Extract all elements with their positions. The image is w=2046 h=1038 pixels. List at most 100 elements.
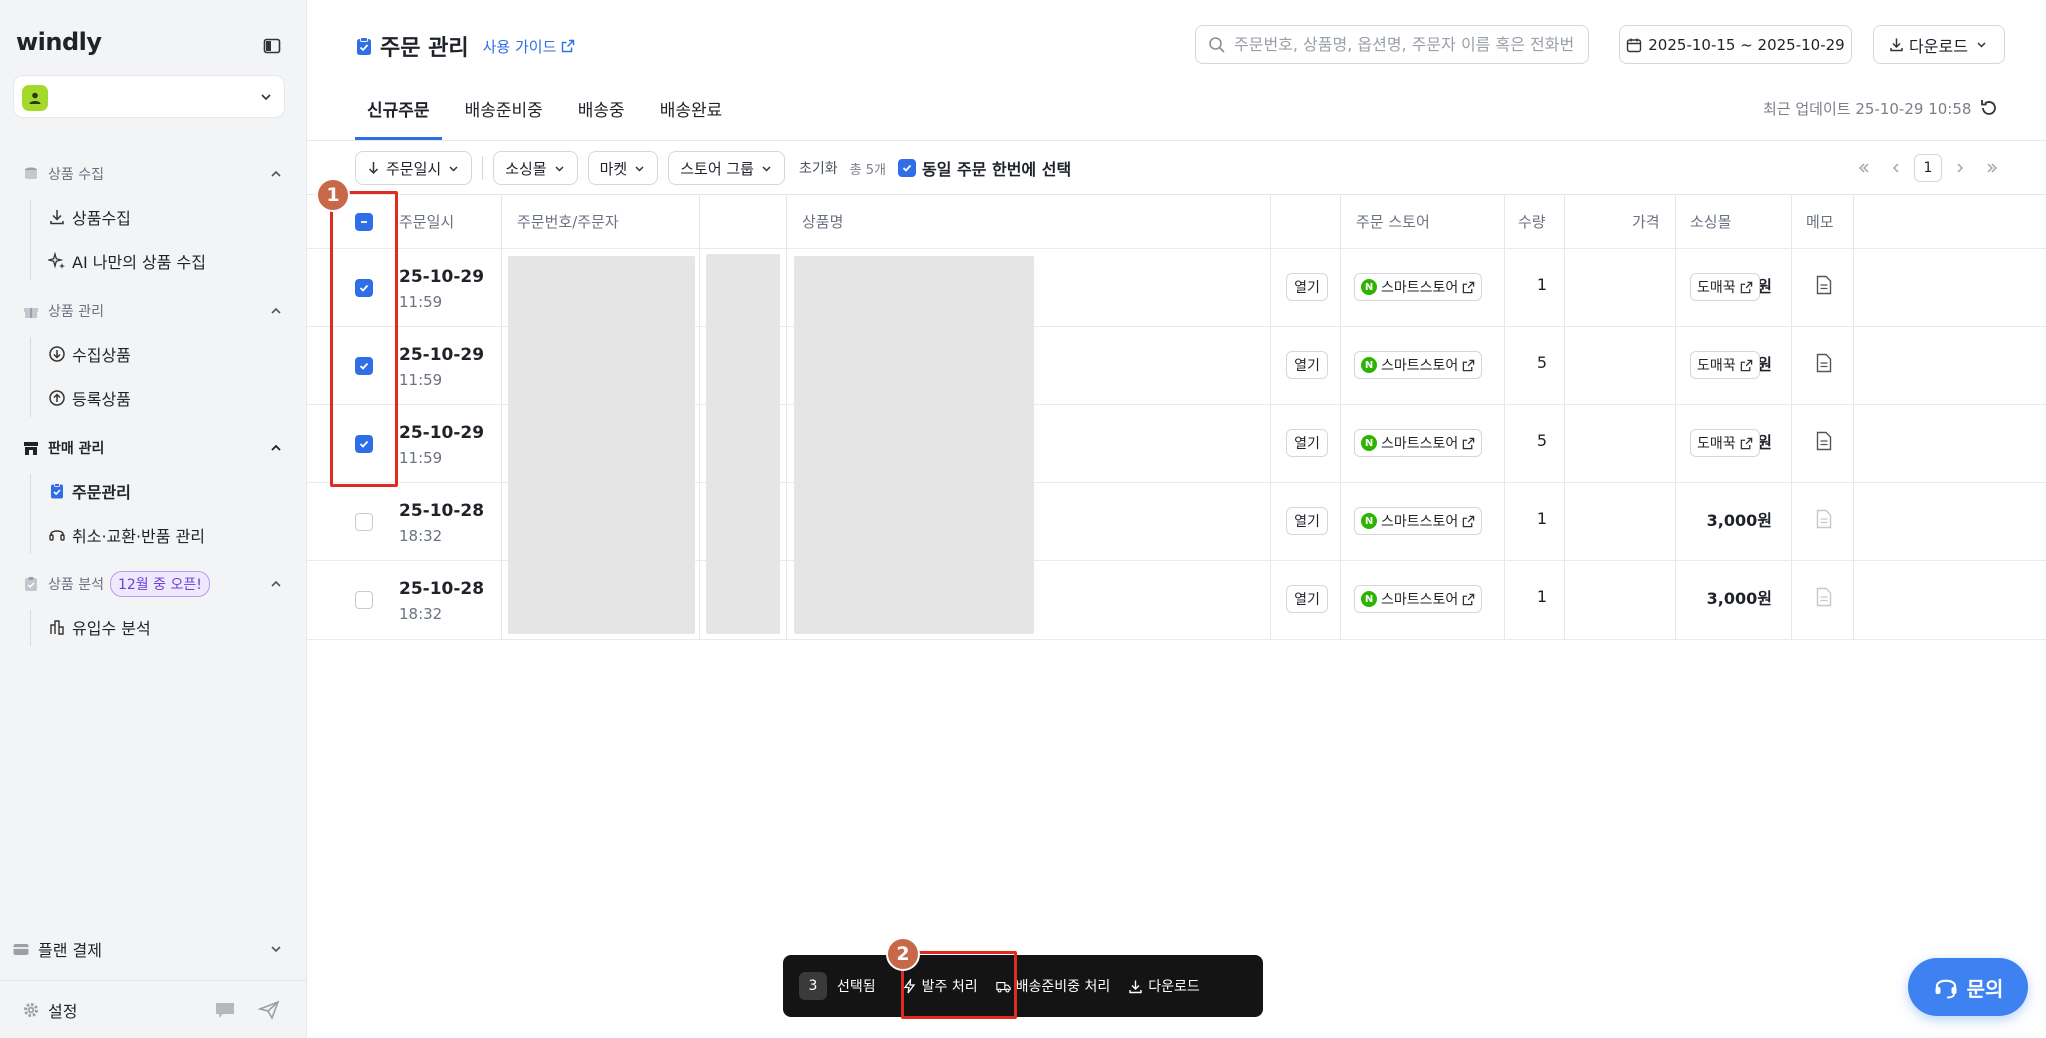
row-checkbox[interactable]	[355, 435, 373, 453]
section-product-collect[interactable]: 상품 수집	[22, 162, 284, 186]
sidebar-item-product-collect[interactable]: 상품수집	[48, 203, 131, 231]
memo-icon[interactable]	[1815, 431, 1833, 451]
chevron-up-icon	[271, 580, 281, 587]
store-link[interactable]: N 스마트스토어	[1354, 351, 1483, 379]
order-date: 25-10-29	[399, 345, 485, 365]
memo-icon[interactable]	[1815, 509, 1833, 529]
naver-icon: N	[1361, 513, 1377, 529]
section-product-analysis[interactable]: 상품 분석 12월 중 오픈!	[22, 571, 284, 597]
chevron-down-icon	[271, 946, 281, 953]
filter-market[interactable]: 마켓	[587, 151, 659, 185]
filter-store-group[interactable]: 스토어 그룹	[668, 151, 785, 185]
nav-tree-line	[30, 337, 31, 417]
open-button[interactable]: 열기	[1286, 585, 1328, 613]
section-sales-manage[interactable]: 판매 관리	[22, 436, 284, 460]
row-checkbox[interactable]	[355, 279, 373, 297]
order-date: 25-10-29	[399, 423, 485, 443]
tab-new-orders[interactable]: 신규주문	[355, 78, 442, 140]
chevron-up-icon	[271, 170, 281, 177]
chevron-down-icon	[553, 162, 566, 175]
external-link-icon	[1740, 281, 1753, 294]
tab-shipping[interactable]: 배송중	[566, 78, 637, 140]
store-link[interactable]: N 스마트스토어	[1354, 429, 1483, 457]
reset-filters-button[interactable]: 초기화	[799, 158, 838, 178]
select-all-checkbox[interactable]	[355, 212, 373, 231]
windly-logo[interactable]: windly	[16, 28, 102, 56]
page-number-current[interactable]: 1	[1914, 154, 1942, 182]
col-header-qty: 수량	[1518, 213, 1546, 231]
quantity: 1	[1536, 587, 1548, 606]
open-button[interactable]: 열기	[1286, 429, 1328, 457]
sidebar-item-ai-collect[interactable]: AI 나만의 상품 수집	[48, 247, 206, 275]
filter-sourcing-mall[interactable]: 소싱몰	[493, 151, 578, 185]
sidebar-item-cancel-exchange-return[interactable]: 취소·교환·반품 관리	[48, 521, 205, 549]
plan-payment[interactable]: 플랜 결제	[12, 935, 284, 963]
external-link-icon	[1462, 593, 1475, 606]
section-product-manage[interactable]: 상품 관리	[22, 299, 284, 323]
memo-icon[interactable]	[1815, 275, 1833, 295]
refresh-icon[interactable]	[1977, 96, 2001, 120]
order-time: 11:59	[399, 449, 443, 467]
send-icon[interactable]	[258, 1000, 280, 1020]
nav-tree-line	[30, 610, 31, 646]
search-input[interactable]	[1234, 35, 1574, 54]
workspace-selector[interactable]	[13, 75, 285, 118]
store-link[interactable]: N 스마트스토어	[1354, 273, 1483, 301]
sidebar-collapse-icon[interactable]	[262, 36, 282, 56]
external-link-icon	[1740, 359, 1753, 372]
chevron-up-icon	[271, 307, 281, 314]
col-header-product: 상품명	[802, 213, 844, 231]
naver-icon: N	[1361, 279, 1377, 295]
date-range-picker[interactable]: 2025-10-15 ~ 2025-10-29	[1619, 25, 1852, 64]
sourcing-mall-link[interactable]: 도매꾹	[1690, 351, 1760, 379]
download-dropdown-button[interactable]: 다운로드	[1873, 25, 2005, 64]
row-checkbox[interactable]	[355, 513, 373, 531]
first-page-icon[interactable]	[1850, 154, 1878, 182]
order-date: 25-10-29	[399, 267, 485, 287]
total-count: 총 5개	[849, 162, 886, 178]
download-icon	[1889, 37, 1904, 52]
order-search[interactable]	[1195, 25, 1589, 64]
chevron-down-icon	[261, 94, 271, 101]
bulk-download-button[interactable]: 다운로드	[1128, 976, 1200, 996]
sourcing-mall-link[interactable]: 도매꾹	[1690, 273, 1760, 301]
col-header-date[interactable]: 주문일시	[399, 195, 454, 248]
open-button[interactable]: 열기	[1286, 507, 1328, 535]
tab-delivered[interactable]: 배송완료	[648, 78, 735, 140]
row-divider	[307, 639, 2046, 640]
sidebar-item-order-manage[interactable]: 주문관리	[48, 477, 131, 505]
order-time: 11:59	[399, 371, 443, 389]
order-process-button[interactable]: 발주 처리	[902, 976, 978, 996]
select-same-order-checkbox[interactable]: 동일 주문 한번에 선택	[897, 156, 1071, 180]
sort-order-date-button[interactable]: 주문일시	[355, 151, 473, 185]
arrow-down-icon	[367, 161, 380, 175]
open-button[interactable]: 열기	[1286, 273, 1328, 301]
tab-preparing[interactable]: 배송준비중	[453, 78, 555, 140]
sidebar-item-registered-products[interactable]: 등록상품	[48, 384, 131, 412]
open-button[interactable]: 열기	[1286, 351, 1328, 379]
checkbox-checked[interactable]	[897, 159, 916, 177]
nav-tree-line	[30, 200, 31, 280]
last-page-icon[interactable]	[1978, 154, 2006, 182]
user-guide-link[interactable]: 사용 가이드	[483, 36, 576, 57]
gift-icon	[22, 302, 40, 320]
store-link[interactable]: N 스마트스토어	[1354, 585, 1483, 613]
prepare-shipping-button[interactable]: 배송준비중 처리	[995, 976, 1110, 996]
card-icon	[12, 940, 30, 958]
memo-icon[interactable]	[1815, 587, 1833, 607]
sidebar-item-collected-products[interactable]: 수집상품	[48, 340, 131, 368]
memo-icon[interactable]	[1815, 353, 1833, 373]
truck-icon	[995, 979, 1011, 994]
prev-page-icon[interactable]	[1882, 154, 1910, 182]
sidebar-item-traffic-analysis[interactable]: 유입수 분석	[48, 613, 151, 641]
chat-icon[interactable]	[214, 1000, 236, 1020]
clipboard-check-icon	[356, 36, 372, 56]
row-checkbox[interactable]	[355, 357, 373, 375]
next-page-icon[interactable]	[1946, 154, 1974, 182]
row-checkbox[interactable]	[355, 591, 373, 609]
store-link[interactable]: N 스마트스토어	[1354, 507, 1483, 535]
settings-button[interactable]: 설정	[22, 996, 77, 1024]
col-header-price: 가격	[1632, 213, 1660, 231]
sourcing-mall-link[interactable]: 도매꾹	[1690, 429, 1760, 457]
inquiry-button[interactable]: 문의	[1908, 958, 2028, 1016]
